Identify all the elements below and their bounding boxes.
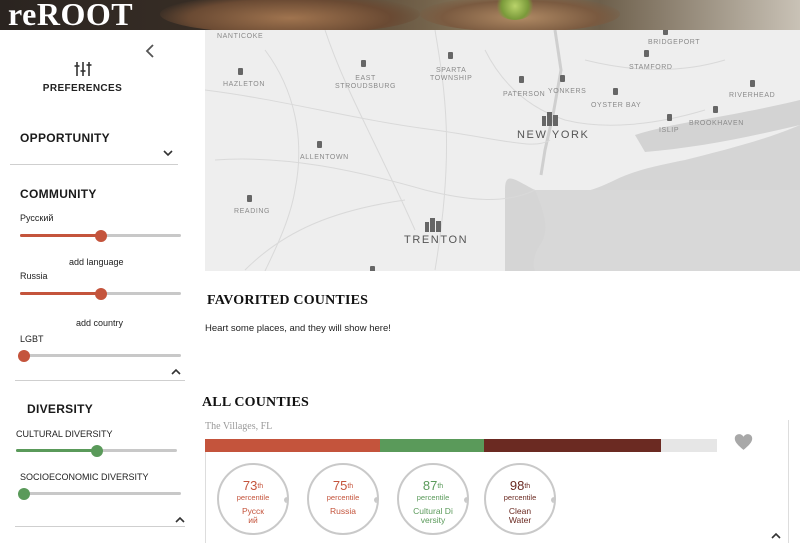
chevron-up-icon[interactable] <box>170 364 182 375</box>
map-label-oyster-bay: OYSTER BAY <box>591 102 642 109</box>
metric-name: Russia <box>330 506 356 516</box>
lgbt-slider[interactable] <box>18 350 181 362</box>
metric-percentile-label: percentile <box>503 493 537 502</box>
socioeconomic-diversity-slider[interactable] <box>18 488 181 500</box>
divider <box>15 526 185 527</box>
chevron-down-icon[interactable] <box>162 145 174 157</box>
divider <box>10 164 178 165</box>
socioeconomic-diversity-label: SOCIOECONOMIC DIVERSITY <box>20 472 149 482</box>
map-pin-icon[interactable] <box>667 114 672 121</box>
chevron-left-icon[interactable] <box>142 42 158 60</box>
app-header: reROOT <box>0 0 800 30</box>
metric-circle-clean-water[interactable]: 98th percentile Clean Water <box>484 463 556 535</box>
score-bar-remainder <box>661 439 717 452</box>
language-slider[interactable] <box>20 230 181 242</box>
metric-circle-cultural-diversity[interactable]: 87th percentile Cultural Diversity <box>397 463 469 535</box>
metric-name: Русский <box>241 506 265 525</box>
community-title[interactable]: COMMUNITY <box>20 187 97 201</box>
map-pin-icon[interactable] <box>613 88 618 95</box>
map-label-bridgeport: BRIDGEPORT <box>648 39 701 46</box>
app-logo[interactable]: reROOT <box>8 0 133 30</box>
slider-handle[interactable] <box>94 288 107 300</box>
add-language-link[interactable]: add language <box>69 257 124 267</box>
cultural-diversity-slider[interactable] <box>16 445 177 457</box>
map-pin-icon[interactable] <box>247 195 252 202</box>
preferences-label: PREFERENCES <box>42 83 123 94</box>
divider <box>15 380 185 381</box>
map-label-new-york: NEW YORK <box>517 129 590 141</box>
metric-circle-language[interactable]: 73th percentile Русский <box>217 463 289 535</box>
all-counties-title: ALL COUNTIES <box>202 395 310 410</box>
map-pin-icon[interactable] <box>361 60 366 67</box>
slider-handle[interactable] <box>18 350 30 362</box>
map-label-hazleton: HAZLETON <box>223 81 266 88</box>
metric-value: 75 <box>332 478 348 493</box>
map-label-yonkers: YONKERS <box>548 88 587 95</box>
metric-percentile-label: percentile <box>236 493 270 502</box>
chevron-up-icon[interactable] <box>174 512 186 523</box>
metric-name: Clean Water <box>508 506 532 525</box>
sliders-icon <box>74 61 92 77</box>
favorited-counties-title: FAVORITED COUNTIES <box>207 293 369 308</box>
map-label-allentown: ALLENTOWN <box>300 154 349 161</box>
map-label-nanticoke: NANTICOKE <box>217 33 264 40</box>
metric-name: Cultural Diversity <box>413 506 453 525</box>
slider-handle[interactable] <box>94 230 107 242</box>
county-map[interactable]: NANTICOKE HAZLETON EAST STROUDSBURG SPAR… <box>205 30 800 271</box>
lgbt-slider-label: LGBT <box>20 334 44 344</box>
metric-percentile-label: percentile <box>416 493 450 502</box>
metric-value: 98 <box>509 478 525 493</box>
map-pin-icon[interactable] <box>713 106 718 113</box>
metric-percentile-label: percentile <box>326 493 360 502</box>
map-pin-icon[interactable] <box>750 80 755 87</box>
favorites-empty-message: Heart some places, and they will show he… <box>205 323 391 334</box>
cultural-diversity-label: CULTURAL DIVERSITY <box>16 429 113 439</box>
preferences-sidebar: PREFERENCES OPPORTUNITY COMMUNITY Русски… <box>0 30 200 543</box>
metric-value: 73 <box>242 478 258 493</box>
add-country-link[interactable]: add country <box>76 318 123 328</box>
map-label-stamford: STAMFORD <box>629 64 673 71</box>
map-label-trenton: TRENTON <box>404 234 469 246</box>
map-pin-icon[interactable] <box>317 141 322 148</box>
score-bar-segment <box>484 439 661 452</box>
map-label-brookhaven: BROOKHAVEN <box>689 120 744 127</box>
map-terrain <box>205 30 800 271</box>
language-slider-label: Русский <box>20 213 54 223</box>
city-landmark-icon[interactable] <box>541 110 559 126</box>
slider-handle[interactable] <box>90 445 103 457</box>
opportunity-title[interactable]: OPPORTUNITY <box>20 131 110 145</box>
map-pin-icon[interactable] <box>644 50 649 57</box>
map-label-paterson: PATERSON <box>503 91 546 98</box>
map-pin-icon[interactable] <box>663 30 668 35</box>
map-label-sparta-township: SPARTA TOWNSHIP <box>430 67 473 82</box>
country-slider-label: Russia <box>20 271 48 281</box>
chevron-up-icon[interactable] <box>770 528 782 539</box>
score-bar-segment <box>205 439 380 452</box>
country-slider[interactable] <box>20 288 181 300</box>
map-label-islip: ISLIP <box>659 127 680 134</box>
map-label-riverhead: RIVERHEAD <box>729 92 776 99</box>
heart-icon[interactable] <box>734 433 753 451</box>
header-photo <box>160 0 420 30</box>
metric-circle-country[interactable]: 75th percentile Russia <box>307 463 379 535</box>
score-bar-segment <box>380 439 484 452</box>
county-name[interactable]: The Villages, FL <box>205 421 272 432</box>
map-pin-icon[interactable] <box>448 52 453 59</box>
city-landmark-icon[interactable] <box>424 216 442 232</box>
diversity-title[interactable]: DIVERSITY <box>27 402 93 416</box>
map-pin-icon[interactable] <box>560 75 565 82</box>
map-pin-icon[interactable] <box>519 76 524 83</box>
metric-value: 87 <box>422 478 438 493</box>
map-pin-icon[interactable] <box>370 266 375 271</box>
slider-handle[interactable] <box>18 488 30 500</box>
map-label-east-stroudsburg: EAST STROUDSBURG <box>335 75 397 90</box>
map-pin-icon[interactable] <box>238 68 243 75</box>
map-label-reading: READING <box>234 208 271 215</box>
